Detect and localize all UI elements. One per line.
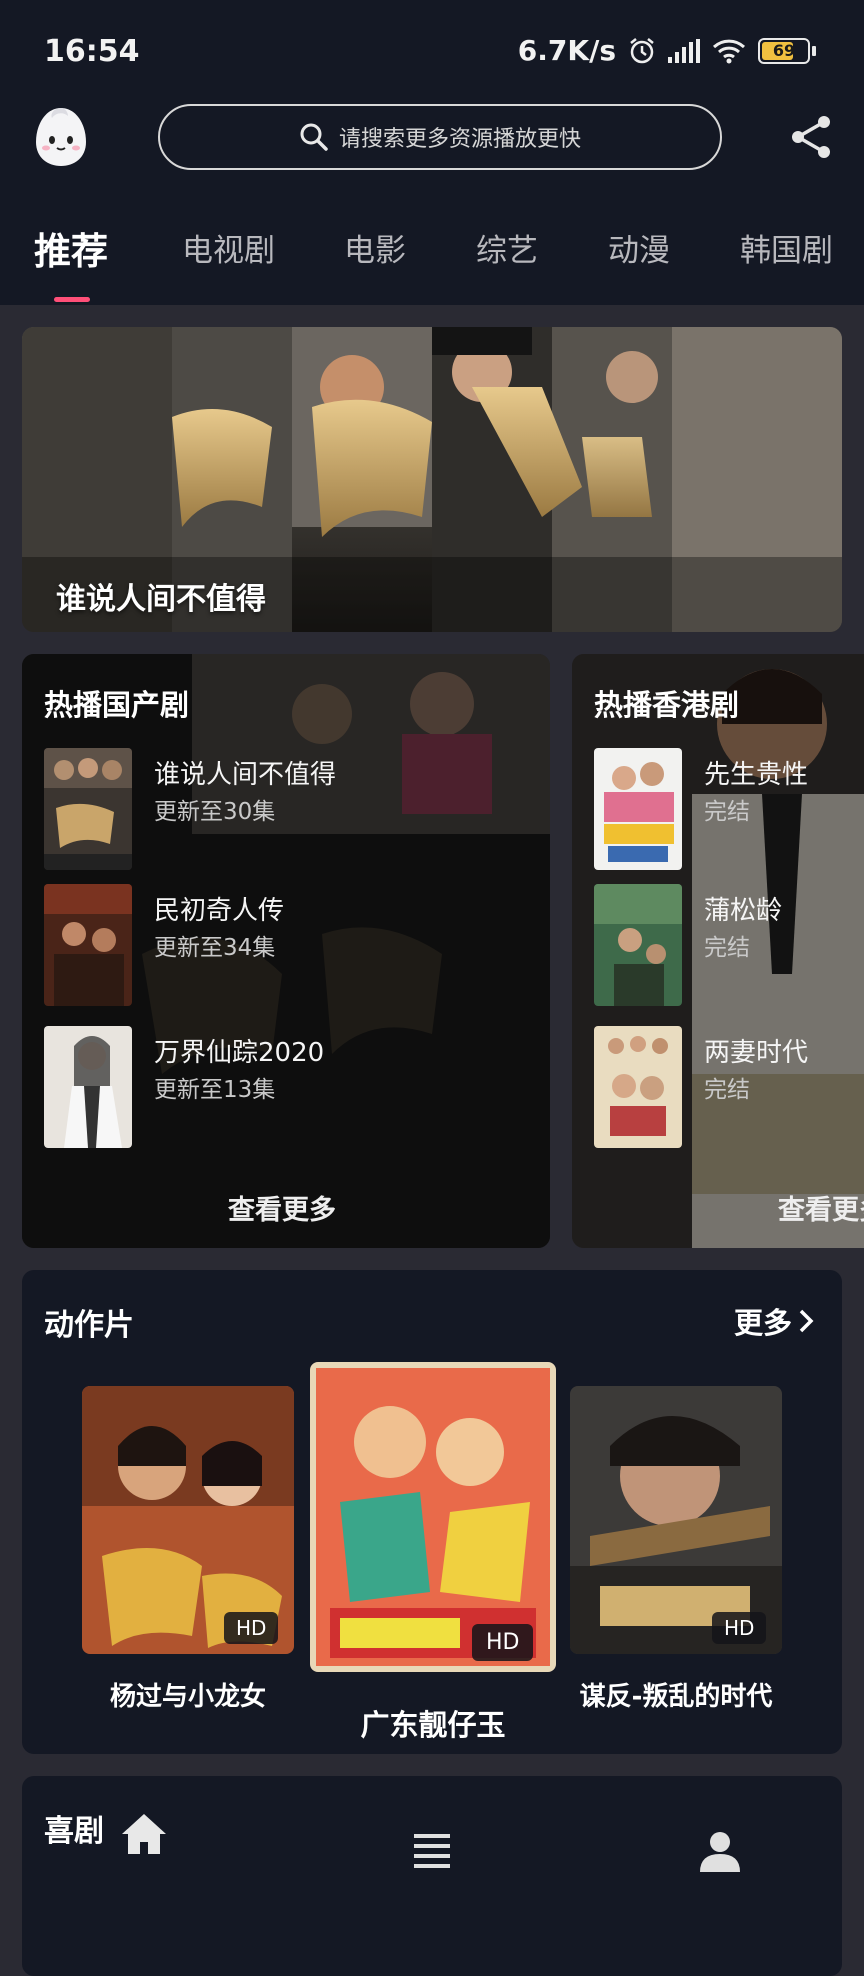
tab-tv-series[interactable]: 电视剧 <box>182 225 275 270</box>
movie-title: 广东靓仔玉 <box>360 1708 506 1742</box>
banner-title: 谁说人间不值得 <box>56 582 266 617</box>
hot-hk-sub: 完结 <box>704 799 750 825</box>
movie-card[interactable]: HD 广东靓仔玉 <box>310 1362 556 1742</box>
battery-icon: 69 <box>758 37 816 64</box>
hot-domestic-poster <box>44 884 132 1006</box>
search-placeholder: 请搜索更多资源播放更快 <box>338 127 581 152</box>
search-icon <box>300 123 328 151</box>
hot-hk-poster <box>594 1026 682 1148</box>
hot-hk-poster <box>594 884 682 1006</box>
hot-hk-name: 两妻时代 <box>704 1038 809 1068</box>
hot-domestic-sub: 更新至34集 <box>154 935 276 961</box>
action-more-label: 更多 <box>733 1306 792 1340</box>
action-section-title: 动作片 <box>44 1308 134 1343</box>
hot-domestic-card: 热播国产剧 谁说人间不值得 更新至30集 民初奇人传 更新至34集 万界仙踪20… <box>22 654 550 1248</box>
share-icon[interactable] <box>788 114 834 160</box>
movie-title: 谋反-叛乱的时代 <box>579 1682 773 1712</box>
hot-domestic-name: 万界仙踪2020 <box>154 1038 325 1068</box>
hot-domestic-sub: 更新至13集 <box>154 1077 276 1103</box>
hot-domestic-item[interactable]: 万界仙踪2020 更新至13集 <box>44 1026 544 1148</box>
hot-hk-name: 蒲松龄 <box>704 896 783 926</box>
profile-icon[interactable] <box>690 1822 750 1882</box>
tab-recommend[interactable]: 推荐 <box>34 221 108 275</box>
hot-hk-title: 热播香港剧 <box>594 688 740 722</box>
movie-card[interactable]: HD 杨过与小龙女 <box>82 1386 294 1712</box>
bottom-navigation <box>0 1786 864 1920</box>
list-icon[interactable] <box>402 1822 462 1882</box>
hot-domestic-name: 谁说人间不值得 <box>154 760 337 790</box>
tab-variety[interactable]: 综艺 <box>476 225 538 270</box>
hot-domestic-poster <box>44 748 132 870</box>
hot-domestic-name: 民初奇人传 <box>154 896 285 926</box>
hot-hk-more-link[interactable]: 查看更多 <box>778 1188 864 1227</box>
action-movies-section: 动作片 更多 HD 杨过与小龙女 HD 广东靓仔玉 HD 谋反-叛乱的时代 <box>22 1270 842 1754</box>
home-icon[interactable] <box>114 1804 174 1864</box>
hd-badge: HD <box>712 1612 767 1644</box>
tab-indicator <box>54 297 90 302</box>
wifi-icon <box>712 39 746 63</box>
movie-title: 杨过与小龙女 <box>109 1682 266 1712</box>
tab-movies[interactable]: 电影 <box>344 225 406 270</box>
hot-domestic-sub: 更新至30集 <box>154 799 276 825</box>
movie-card[interactable]: HD 谋反-叛乱的时代 <box>570 1386 782 1712</box>
hot-hk-sub: 完结 <box>704 1077 750 1103</box>
tab-anime[interactable]: 动漫 <box>608 225 670 270</box>
hot-hk-item[interactable]: 先生贵性 完结 <box>594 748 864 870</box>
hot-hk-name: 先生贵性 <box>704 760 809 790</box>
hot-domestic-item[interactable]: 民初奇人传 更新至34集 <box>44 884 544 1006</box>
hot-hk-sub: 完结 <box>704 935 750 961</box>
hot-hk-card: 热播香港剧 先生贵性 完结 蒲松龄 完结 两妻时代 完结 查看更多 <box>572 654 864 1248</box>
battery-level: 69 <box>772 41 796 60</box>
signal-icon <box>668 38 700 63</box>
category-tabs: 推荐 电视剧 电影 综艺 动漫 韩国剧 <box>0 225 864 285</box>
hot-hk-poster <box>594 748 682 870</box>
hd-badge: HD <box>472 1624 534 1661</box>
hot-hk-item[interactable]: 两妻时代 完结 <box>594 1026 864 1148</box>
hot-domestic-poster <box>44 1026 132 1148</box>
status-indicators: 6.7K/s 69 <box>518 34 816 67</box>
tab-korean-drama[interactable]: 韩国剧 <box>740 225 833 270</box>
network-speed: 6.7K/s <box>517 34 616 67</box>
chevron-right-icon <box>799 1309 814 1333</box>
hd-badge: HD <box>224 1612 279 1644</box>
action-more-link[interactable]: 更多 <box>734 1300 814 1342</box>
alarm-icon <box>630 37 654 63</box>
status-bar: 16:54 6.7K/s 69 <box>0 0 864 100</box>
hot-domestic-more-link[interactable]: 查看更多 <box>228 1188 336 1227</box>
hot-domestic-title: 热播国产剧 <box>44 688 190 722</box>
app-logo-icon[interactable] <box>28 104 94 170</box>
featured-banner[interactable]: 谁说人间不值得 <box>22 327 842 632</box>
status-time: 16:54 <box>44 34 140 69</box>
hot-domestic-item[interactable]: 谁说人间不值得 更新至30集 <box>44 748 544 870</box>
hot-hk-item[interactable]: 蒲松龄 完结 <box>594 884 864 1006</box>
search-bar[interactable]: 请搜索更多资源播放更快 <box>158 104 722 170</box>
